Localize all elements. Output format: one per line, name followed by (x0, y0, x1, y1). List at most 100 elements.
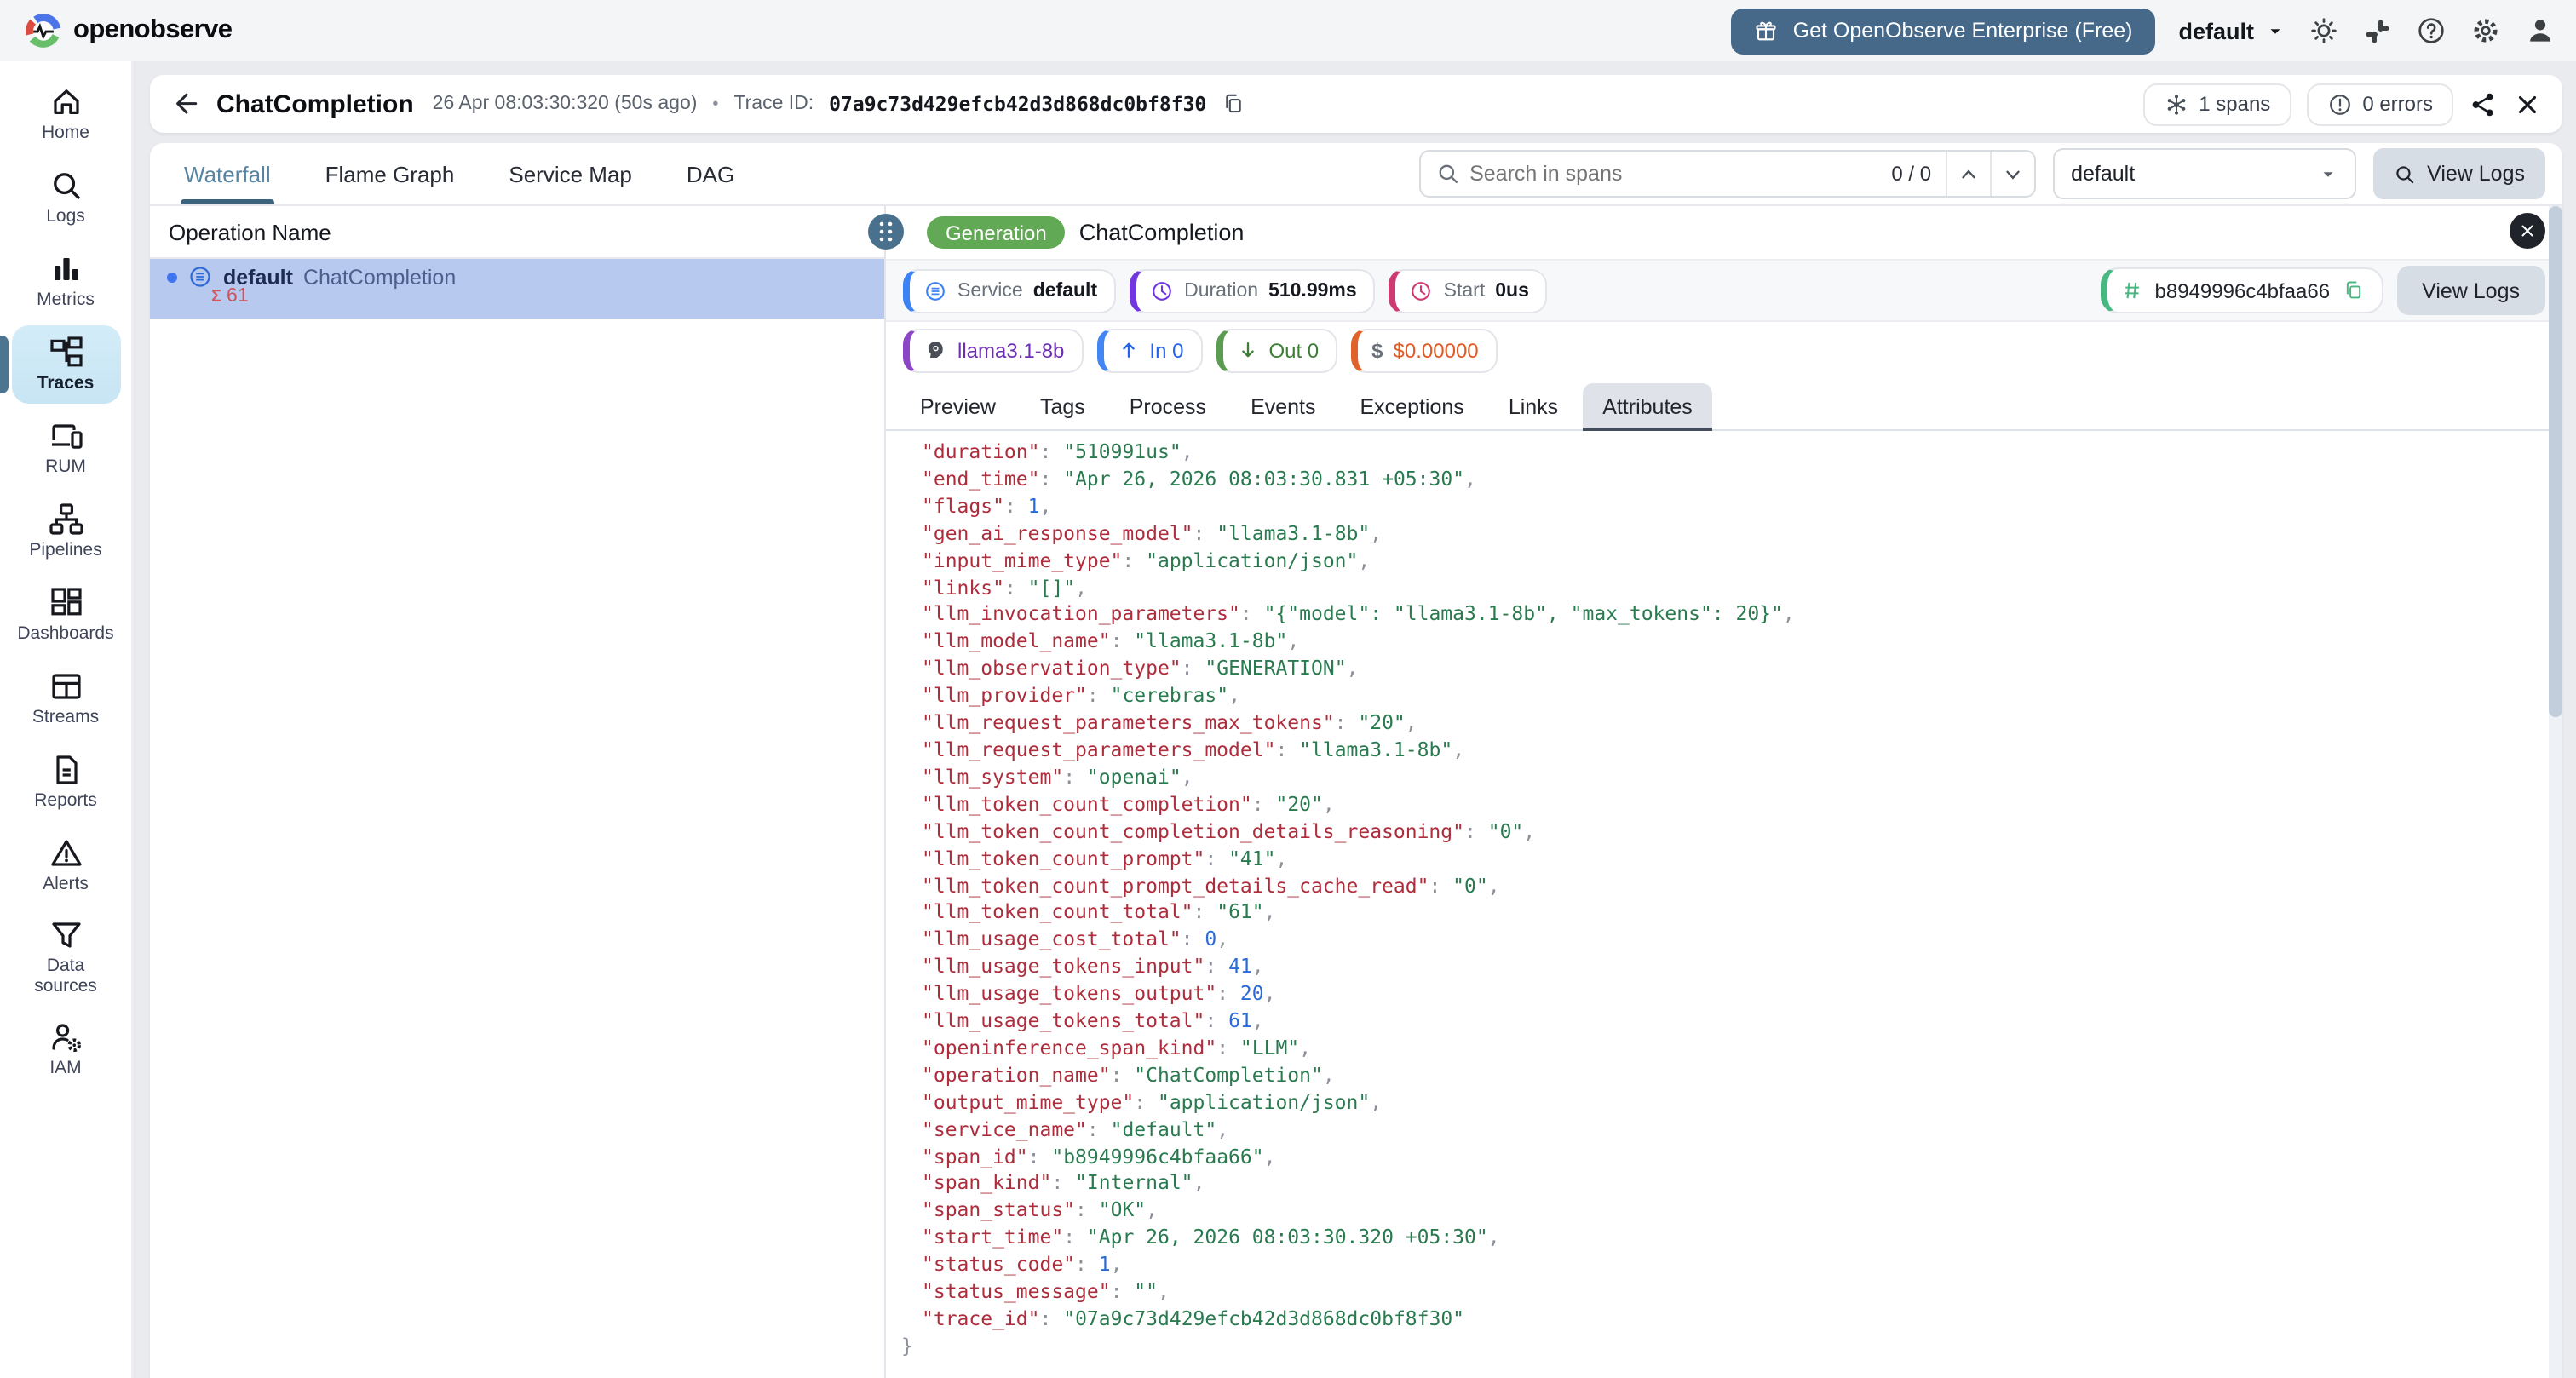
slack-icon[interactable] (2363, 16, 2392, 45)
sidebar-item[interactable]: Pipelines (11, 492, 120, 571)
span-search-input[interactable] (1459, 162, 1878, 186)
view-logs-button[interactable]: View Logs (2372, 148, 2545, 199)
close-icon (2513, 89, 2542, 118)
sidebar-item-icon (49, 1020, 83, 1054)
json-attribute-line: "llm_usage_tokens_input": 41, (922, 954, 1264, 979)
sidebar-item[interactable]: Logs (11, 158, 120, 237)
sidebar-item[interactable]: RUM (11, 409, 120, 487)
gift-icon (1754, 18, 1780, 43)
sidebar-item-label: Reports (34, 789, 97, 811)
sidebar-item-label: Pipelines (29, 539, 102, 560)
span-detail-tab[interactable]: Attributes (1582, 383, 1713, 431)
span-detail-tab[interactable]: Tags (1020, 383, 1106, 429)
brand-logo[interactable]: openobserve (24, 11, 233, 50)
clock-icon (1410, 278, 1434, 302)
tokens-in-value: In 0 (1149, 338, 1184, 362)
span-detail-header: Generation ChatCompletion (886, 206, 2562, 259)
close-trace-button[interactable] (2513, 89, 2542, 118)
sidebar-item-icon (49, 168, 83, 202)
sidebar-item-label: Metrics (37, 289, 95, 310)
copy-span-id-button[interactable] (2342, 279, 2364, 301)
spans-count-chip: 1 spans (2142, 83, 2291, 125)
trace-timestamp: 26 Apr 08:03:30:320 (50s ago) (432, 94, 698, 114)
stream-selector[interactable]: default (2052, 148, 2356, 199)
span-meta-right: b8949996c4bfaa66 View Logs (2100, 266, 2545, 315)
sidebar-item[interactable]: Reports (11, 743, 120, 821)
account-icon[interactable] (2525, 15, 2556, 46)
brand-name: openobserve (73, 15, 233, 44)
span-search-box: 0 / 0 (1418, 150, 2036, 198)
org-selector[interactable]: default (2178, 18, 2285, 43)
sidebar-item[interactable]: IAM (11, 1011, 120, 1089)
trace-id-label: Trace ID: (733, 94, 814, 114)
json-attribute-line: "llm_token_count_total": "61", (922, 899, 1276, 924)
json-attribute-line: "llm_token_count_prompt": "41", (922, 846, 1288, 870)
share-button[interactable] (2469, 89, 2498, 118)
scrollbar-thumb[interactable] (2549, 206, 2562, 717)
arrow-left-icon (170, 89, 201, 119)
scrollbar-track[interactable] (2549, 206, 2562, 1378)
sidebar-item[interactable]: Data sources (11, 910, 120, 1006)
sidebar-item[interactable]: Streams (11, 659, 120, 738)
span-detail-tab[interactable]: Process (1109, 383, 1227, 429)
hash-icon (2121, 279, 2143, 301)
sidebar-item[interactable]: Home (11, 75, 120, 153)
view-tabs: Waterfall Flame Graph Service Map DAG (181, 143, 738, 204)
close-span-detail-button[interactable] (2510, 213, 2545, 249)
model-badge: llama3.1-8b (903, 328, 1084, 372)
json-attribute-line: "llm_invocation_parameters": "{"model": … (922, 601, 1795, 626)
service-badge: Service default (903, 268, 1117, 313)
trace-panel: Waterfall Flame Graph Service Map DAG 0 … (150, 143, 2562, 1378)
clock-icon (1150, 278, 1174, 302)
json-attribute-line: "output_mime_type": "application/json", (922, 1089, 1383, 1114)
span-kind-badge: Generation (927, 216, 1066, 249)
sidebar-item[interactable]: Dashboards (11, 576, 120, 654)
sidebar-item[interactable]: Metrics (11, 242, 120, 320)
json-attribute-line: "openinference_span_kind": "LLM", (922, 1035, 1312, 1059)
sidebar-item-icon (49, 669, 83, 703)
json-attribute-line: "operation_name": "ChatCompletion", (922, 1062, 1335, 1087)
duration-label: Duration (1184, 280, 1259, 301)
sidebar-item[interactable]: Alerts (11, 826, 120, 904)
search-next-button[interactable] (1989, 152, 2033, 196)
json-attribute-line: "links": "[]", (922, 575, 1087, 600)
back-button[interactable] (170, 89, 201, 119)
json-attribute-line: "llm_system": "openai", (922, 764, 1193, 789)
errors-count-chip: 0 errors (2306, 83, 2453, 125)
sidebar-item-label: Home (41, 122, 89, 143)
copy-trace-id-button[interactable] (1222, 92, 1245, 116)
search-icon (1435, 162, 1459, 186)
json-attribute-line: "llm_provider": "cerebras", (922, 683, 1240, 708)
enterprise-button[interactable]: Get OpenObserve Enterprise (Free) (1731, 8, 2155, 54)
json-attribute-line: "service_name": "default", (922, 1117, 1229, 1141)
span-detail-tab[interactable]: Preview (900, 383, 1016, 429)
span-detail-tab[interactable]: Events (1230, 383, 1336, 429)
json-attribute-line: "start_time": "Apr 26, 2026 08:03:30.320… (922, 1225, 1500, 1249)
theme-icon[interactable] (2309, 15, 2339, 46)
sidebar-item[interactable]: Traces (0, 325, 120, 404)
json-attribute-line: "llm_token_count_completion": "20", (922, 791, 1335, 816)
settings-icon[interactable] (2470, 15, 2501, 46)
sidebar-item-label: Streams (32, 706, 100, 727)
json-attribute-line: "gen_ai_response_model": "llama3.1-8b", (922, 520, 1383, 545)
topbar: openobserve Get OpenObserve Enterprise (… (0, 0, 2576, 61)
attributes-json[interactable]: "duration": "510991us", "end_time": "Apr … (886, 431, 2562, 1378)
duration-badge: Duration 510.99ms (1130, 268, 1376, 313)
help-icon[interactable] (2416, 15, 2447, 46)
drag-handle-icon[interactable] (867, 213, 905, 250)
view-tab[interactable]: Waterfall (181, 143, 274, 204)
service-icon (923, 278, 947, 302)
span-view-logs-button[interactable]: View Logs (2396, 266, 2545, 315)
view-tab[interactable]: DAG (683, 143, 738, 204)
span-row-selected[interactable]: default ChatCompletion Σ 61 (150, 259, 884, 319)
json-attribute-line: "llm_usage_tokens_total": 61, (922, 1008, 1264, 1033)
span-detail-title: ChatCompletion (1078, 220, 1245, 245)
sidebar-item-icon (49, 251, 83, 285)
sidebar-item-icon (49, 418, 83, 452)
json-attribute-line: "trace_id": "07a9c73d429efcb42d3d868dc0b… (922, 1306, 1465, 1330)
span-detail-tab[interactable]: Links (1488, 383, 1578, 429)
search-prev-button[interactable] (1945, 152, 1989, 196)
view-tab[interactable]: Flame Graph (322, 143, 458, 204)
view-tab[interactable]: Service Map (505, 143, 635, 204)
span-detail-tab[interactable]: Exceptions (1340, 383, 1485, 429)
